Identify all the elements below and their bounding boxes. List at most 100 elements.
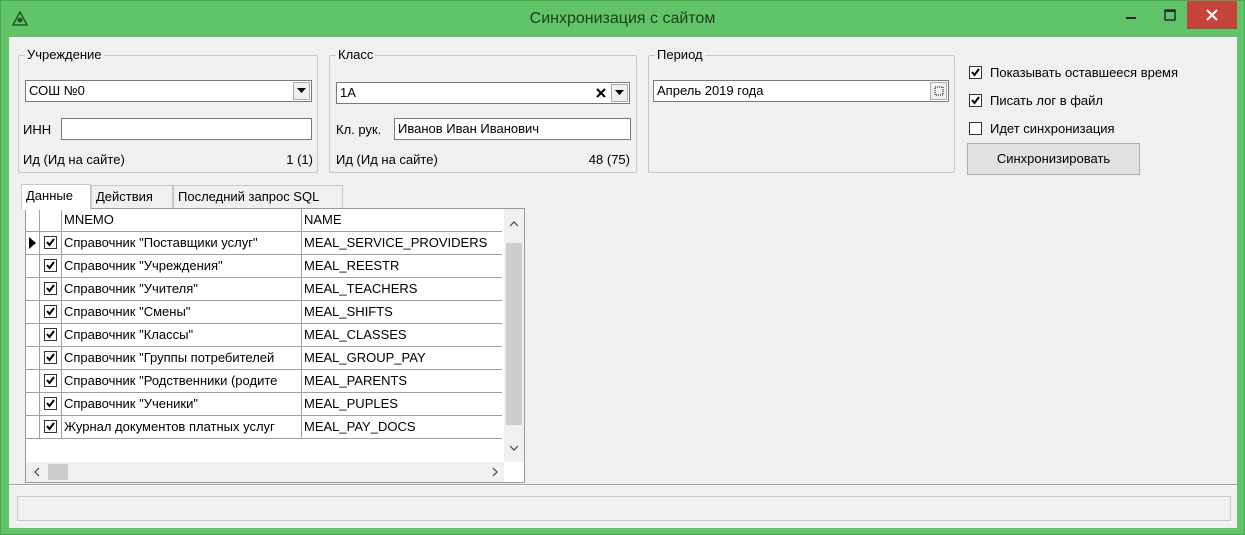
institution-dropdown-button[interactable]	[293, 82, 310, 100]
cell-mnemo[interactable]: Справочник "Ученики"	[62, 393, 302, 416]
row-checkbox[interactable]	[44, 305, 57, 318]
row-checkbox-cell[interactable]	[40, 393, 62, 416]
table-row[interactable]: Справочник "Поставщики услуг" MEAL_SERVIC…	[26, 232, 504, 255]
tab-last-sql[interactable]: Последний запрос SQL	[173, 185, 343, 209]
scroll-down-icon[interactable]	[504, 441, 524, 455]
row-checkbox[interactable]	[44, 259, 57, 272]
cell-mnemo[interactable]: Справочник "Классы"	[62, 324, 302, 347]
clear-x-icon	[595, 88, 606, 98]
teacher-input[interactable]: Иванов Иван Иванович	[394, 118, 631, 140]
row-checkbox-cell[interactable]	[40, 255, 62, 278]
table-row[interactable]: Справочник "Учителя" MEAL_TEACHERS	[26, 278, 504, 301]
cell-name[interactable]: MEAL_TEACHERS	[302, 278, 502, 301]
row-checkbox[interactable]	[44, 282, 57, 295]
close-button[interactable]	[1187, 1, 1237, 29]
row-checkbox[interactable]	[44, 351, 57, 364]
period-picker-button[interactable]	[930, 82, 947, 100]
cell-mnemo[interactable]: Справочник "Группы потребителей	[62, 347, 302, 370]
cell-name[interactable]: MEAL_PAY_DOCS	[302, 416, 502, 439]
row-checkbox-cell[interactable]	[40, 301, 62, 324]
cell-mnemo[interactable]: Справочник "Поставщики услуг"	[62, 232, 302, 255]
horizontal-scroll-thumb[interactable]	[48, 464, 68, 480]
scroll-left-icon[interactable]	[30, 462, 44, 482]
tab-data[interactable]: Данные	[21, 184, 91, 210]
splitter[interactable]	[9, 484, 1237, 486]
institution-id-value: 1 (1)	[286, 152, 313, 167]
status-bar	[17, 496, 1231, 521]
row-checkbox-cell[interactable]	[40, 347, 62, 370]
sync-running-label: Идет синхронизация	[990, 121, 1115, 136]
row-checkbox[interactable]	[44, 420, 57, 433]
table-row[interactable]: Журнал документов платных услуг MEAL_PAY_…	[26, 416, 504, 439]
period-legend: Период	[655, 47, 705, 63]
cell-name[interactable]: MEAL_CLASSES	[302, 324, 502, 347]
class-combo[interactable]: 1А	[336, 82, 630, 104]
row-checkbox[interactable]	[44, 236, 57, 249]
header-mnemo[interactable]: MNEMO	[62, 209, 302, 232]
vertical-scrollbar[interactable]	[504, 209, 524, 462]
write-log-label: Писать лог в файл	[990, 93, 1103, 108]
teacher-label: Кл. рук.	[336, 122, 382, 137]
header-name[interactable]: NAME	[302, 209, 502, 232]
cell-name[interactable]: MEAL_SHIFTS	[302, 301, 502, 324]
minimize-button[interactable]	[1109, 1, 1153, 29]
row-indicator	[26, 232, 40, 255]
class-dropdown-button[interactable]	[611, 84, 628, 102]
period-picker[interactable]: Апрель 2019 года	[653, 80, 949, 102]
synchronize-button[interactable]: Синхронизировать	[967, 143, 1140, 175]
scroll-right-icon[interactable]	[488, 462, 502, 482]
sync-running-checkbox[interactable]	[969, 122, 982, 135]
row-checkbox[interactable]	[44, 397, 57, 410]
title-bar[interactable]: Синхронизация с сайтом	[1, 1, 1244, 37]
cell-mnemo[interactable]: Справочник "Родственники (родите	[62, 370, 302, 393]
row-indicator	[26, 278, 40, 301]
cell-mnemo[interactable]: Справочник "Смены"	[62, 301, 302, 324]
checkmark-icon	[971, 96, 980, 105]
row-checkbox-cell[interactable]	[40, 232, 62, 255]
maximize-button[interactable]	[1148, 1, 1192, 29]
table-row[interactable]: Справочник "Родственники (родите MEAL_PAR…	[26, 370, 504, 393]
close-icon	[1206, 9, 1218, 21]
horizontal-scrollbar[interactable]	[26, 462, 504, 482]
cell-name[interactable]: MEAL_REESTR	[302, 255, 502, 278]
class-combo-value: 1А	[340, 85, 356, 100]
header-indicator	[26, 209, 40, 232]
table-row[interactable]: Справочник "Классы" MEAL_CLASSES	[26, 324, 504, 347]
checkmark-icon	[46, 284, 55, 293]
checkmark-icon	[46, 238, 55, 247]
cell-name[interactable]: MEAL_GROUP_PAY	[302, 347, 502, 370]
show-time-label: Показывать оставшееся время	[990, 65, 1179, 80]
class-clear-button[interactable]	[592, 84, 609, 102]
inn-input[interactable]	[61, 118, 312, 140]
row-checkbox-cell[interactable]	[40, 278, 62, 301]
calendar-icon	[934, 86, 943, 96]
row-checkbox[interactable]	[44, 374, 57, 387]
cell-name[interactable]: MEAL_PUPLES	[302, 393, 502, 416]
table-row[interactable]: Справочник "Смены" MEAL_SHIFTS	[26, 301, 504, 324]
cell-mnemo[interactable]: Справочник "Учителя"	[62, 278, 302, 301]
table-row[interactable]: Справочник "Учреждения" MEAL_REESTR	[26, 255, 504, 278]
write-log-checkbox[interactable]	[969, 94, 982, 107]
row-checkbox-cell[interactable]	[40, 324, 62, 347]
cell-mnemo[interactable]: Справочник "Учреждения"	[62, 255, 302, 278]
show-time-checkbox[interactable]	[969, 66, 982, 79]
checkmark-icon	[46, 307, 55, 316]
table-row[interactable]: Справочник "Ученики" MEAL_PUPLES	[26, 393, 504, 416]
table-row[interactable]: Справочник "Группы потребителей MEAL_GROU…	[26, 347, 504, 370]
data-grid[interactable]: MNEMO NAME Справочник "Поставщики услуг"…	[25, 208, 525, 483]
maximize-icon	[1164, 9, 1176, 21]
checkmark-icon	[46, 261, 55, 270]
institution-combo[interactable]: СОШ №0	[25, 80, 312, 102]
row-checkbox-cell[interactable]	[40, 370, 62, 393]
tab-actions[interactable]: Действия	[91, 185, 173, 209]
checkmark-icon	[46, 399, 55, 408]
window-title: Синхронизация с сайтом	[529, 10, 716, 27]
cell-name[interactable]: MEAL_SERVICE_PROVIDERS	[302, 232, 502, 255]
row-checkbox-cell[interactable]	[40, 416, 62, 439]
class-id-value: 48 (75)	[588, 152, 630, 167]
cell-name[interactable]: MEAL_PARENTS	[302, 370, 502, 393]
row-checkbox[interactable]	[44, 328, 57, 341]
vertical-scroll-thumb[interactable]	[506, 243, 522, 425]
cell-mnemo[interactable]: Журнал документов платных услуг	[62, 416, 302, 439]
scroll-up-icon[interactable]	[504, 217, 524, 231]
